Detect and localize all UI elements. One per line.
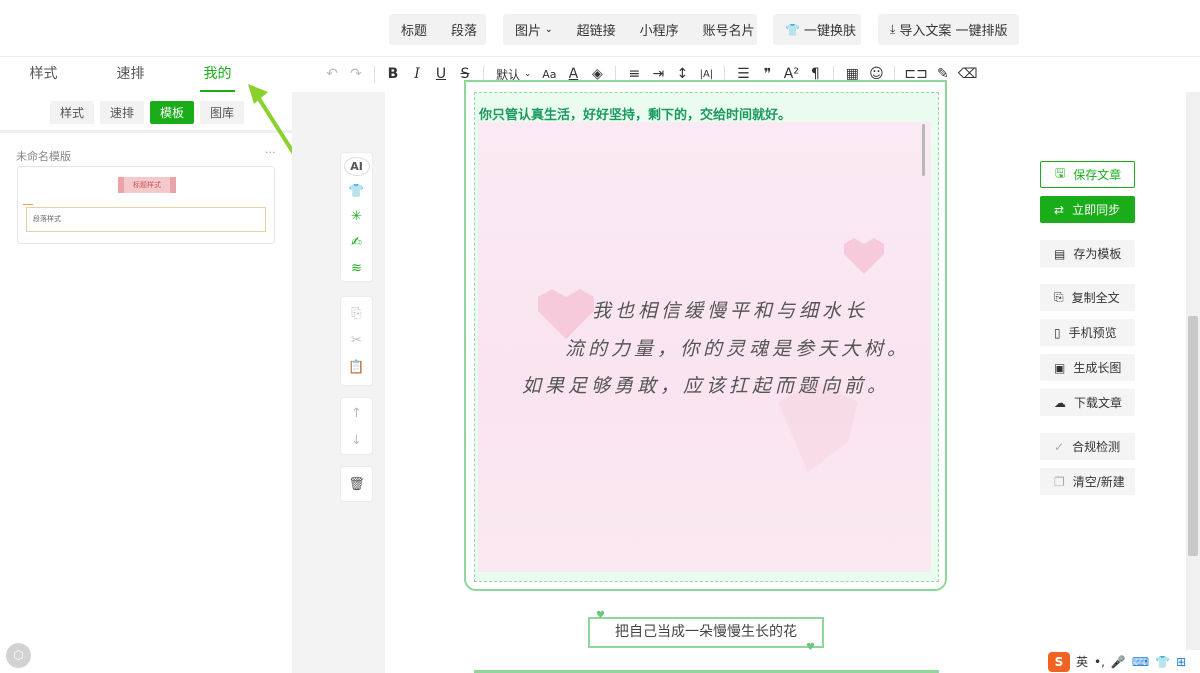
subtab-gallery[interactable]: 图库 bbox=[200, 101, 245, 124]
trash-icon[interactable]: 🗑 bbox=[348, 471, 365, 498]
cloud-download-icon: ☁ bbox=[1054, 395, 1066, 410]
import-copy-button[interactable]: ⤓ 导入文案 一键排版 bbox=[878, 14, 1019, 45]
chevron-down-icon: ⌄ bbox=[523, 69, 532, 79]
wave-icon[interactable]: ≋ bbox=[351, 255, 362, 281]
shirt-icon[interactable]: 👕 bbox=[348, 178, 364, 204]
heart-icon: ♥ bbox=[596, 610, 605, 621]
template-box: 段落样式 bbox=[23, 204, 266, 232]
long-image-label: 生成长图 bbox=[1073, 361, 1122, 375]
grid-icon[interactable]: ⊞ bbox=[1176, 655, 1186, 669]
tab-quick-layout[interactable]: 速排 bbox=[87, 56, 174, 92]
ai-tools-panel: AI 👕 ✳ ✍ ≋ bbox=[340, 152, 373, 282]
insert-link-button[interactable]: 超链接 bbox=[565, 20, 628, 39]
text-insert-group: 标题 段落 bbox=[389, 14, 486, 45]
underline-icon[interactable]: U bbox=[429, 62, 453, 86]
poem-line-1: 我也相信缓慢平和与细水长 bbox=[592, 300, 869, 322]
download-label: 下载文章 bbox=[1074, 396, 1123, 410]
tab-style[interactable]: 样式 bbox=[0, 56, 87, 92]
bold-icon[interactable]: B bbox=[381, 62, 405, 86]
ime-toolbar: S 英 •, 🎤 ⌨ 👕 ⊞ bbox=[1048, 650, 1200, 673]
insert-account-card-button[interactable]: 账号名片 bbox=[691, 20, 767, 39]
save-template-label: 存为模板 bbox=[1073, 247, 1122, 261]
mobile-preview-label: 手机预览 bbox=[1068, 326, 1117, 340]
copy-icon: ⎘ bbox=[1054, 290, 1064, 304]
scissors-icon[interactable]: ✂ bbox=[351, 327, 362, 354]
subtab-quick-layout[interactable]: 速排 bbox=[100, 101, 145, 124]
shirt-icon: 👕 bbox=[785, 22, 800, 37]
template-icon: ▤ bbox=[1054, 246, 1066, 261]
sogou-logo-icon[interactable]: S bbox=[1048, 651, 1070, 672]
ai-button[interactable]: AI bbox=[343, 157, 370, 177]
template-card[interactable]: 标题样式 段落样式 bbox=[17, 166, 275, 244]
download-article-button[interactable]: ☁ 下载文章 bbox=[1040, 389, 1135, 416]
heart-icon: ♥ bbox=[806, 642, 815, 653]
document-icon: ❐ bbox=[1054, 474, 1065, 489]
subtab-template[interactable]: 模板 bbox=[150, 101, 195, 124]
top-menu-bar: 标题 段落 图片 ⌄ 超链接 小程序 账号名片 👕 一键换肤 ⤓ 导入文案 一键排版 bbox=[0, 0, 1200, 56]
cube-icon[interactable]: ⬡ bbox=[6, 643, 31, 668]
move-tools-panel: ↑ ↓ bbox=[340, 397, 373, 455]
template-badge: 标题样式 bbox=[118, 177, 176, 193]
mobile-preview-button[interactable]: ▯ 手机预览 bbox=[1040, 319, 1135, 346]
copy-all-button[interactable]: ⎘ 复制全文 bbox=[1040, 284, 1135, 311]
scrollbar-thumb[interactable] bbox=[1188, 316, 1198, 556]
save-article-button[interactable]: 🖫 保存文章 bbox=[1040, 161, 1135, 188]
paste-icon[interactable]: 📋 bbox=[348, 354, 364, 381]
delete-tool-panel: 🗑 bbox=[340, 466, 373, 502]
one-click-theme-button[interactable]: 👕 一键换肤 bbox=[773, 14, 861, 45]
save-icon: 🖫 bbox=[1055, 166, 1066, 180]
undo-icon[interactable]: ↶ bbox=[320, 62, 344, 86]
arrow-up-icon[interactable]: ↑ bbox=[351, 400, 362, 427]
article-headline[interactable]: 你只管认真生活，好好坚持，剩下的，交给时间就好。 bbox=[479, 104, 791, 123]
microphone-icon[interactable]: 🎤 bbox=[1111, 655, 1126, 669]
poem-line-2: 流的力量，你的灵魂是参天大树。 bbox=[565, 338, 911, 360]
image-icon: ▣ bbox=[1054, 360, 1066, 375]
clipboard-tools-panel: ⎘ ✂ 📋 bbox=[340, 296, 373, 386]
redo-icon[interactable]: ↷ bbox=[344, 62, 368, 86]
clear-new-button[interactable]: ❐ 清空/新建 bbox=[1040, 468, 1135, 495]
sub-tabs: 样式 速排 模板 图库 bbox=[50, 101, 245, 124]
media-insert-group: 图片 ⌄ 超链接 小程序 账号名片 bbox=[503, 14, 757, 45]
template-name: 未命名模版 bbox=[16, 150, 71, 163]
save-template-button[interactable]: ▤ 存为模板 bbox=[1040, 240, 1135, 267]
check-icon: ✓ bbox=[1054, 439, 1065, 454]
insert-image-label: 图片 bbox=[515, 24, 542, 39]
long-image-button[interactable]: ▣ 生成长图 bbox=[1040, 354, 1135, 381]
poem-line-3: 如果足够勇敢，应该扛起而题向前。 bbox=[522, 375, 891, 397]
theme-label: 一键换肤 bbox=[803, 24, 856, 39]
compliance-check-button[interactable]: ✓ 合规检测 bbox=[1040, 433, 1135, 460]
sync-label: 立即同步 bbox=[1072, 203, 1121, 217]
page-scrollbar[interactable] bbox=[1186, 92, 1200, 673]
eraser-icon[interactable]: ⌫ bbox=[955, 62, 981, 86]
insert-paragraph-button[interactable]: 段落 bbox=[439, 20, 489, 39]
ime-language[interactable]: 英 bbox=[1076, 653, 1088, 670]
save-label: 保存文章 bbox=[1073, 168, 1122, 182]
import-icon: ⤓ bbox=[890, 22, 896, 36]
sync-now-button[interactable]: ⇄ 立即同步 bbox=[1040, 196, 1135, 223]
compliance-label: 合规检测 bbox=[1072, 440, 1121, 454]
copy-all-label: 复制全文 bbox=[1071, 291, 1120, 305]
shirt-icon[interactable]: 👕 bbox=[1155, 655, 1170, 669]
punctuation-icon[interactable]: •, bbox=[1094, 655, 1105, 669]
insert-image-button[interactable]: 图片 ⌄ bbox=[503, 20, 565, 39]
insert-heading-button[interactable]: 标题 bbox=[389, 20, 439, 39]
pen-icon[interactable]: ✍ bbox=[351, 230, 362, 256]
copy-icon[interactable]: ⎘ bbox=[351, 300, 361, 327]
sparkle-icon[interactable]: ✳ bbox=[351, 204, 362, 230]
phone-icon: ▯ bbox=[1054, 325, 1061, 340]
chevron-down-icon: ⌄ bbox=[545, 24, 553, 35]
image-scrollbar[interactable] bbox=[922, 124, 925, 176]
import-label: 导入文案 一键排版 bbox=[899, 24, 1008, 39]
italic-icon[interactable]: I bbox=[405, 62, 429, 86]
caption-text: 把自己当成一朵慢慢生长的花 bbox=[615, 624, 797, 640]
keyboard-icon[interactable]: ⌨ bbox=[1132, 655, 1149, 669]
insert-miniprogram-button[interactable]: 小程序 bbox=[628, 20, 691, 39]
clear-new-label: 清空/新建 bbox=[1072, 475, 1125, 489]
sync-icon: ⇄ bbox=[1054, 202, 1065, 217]
arrow-down-icon[interactable]: ↓ bbox=[351, 427, 362, 454]
subtab-style[interactable]: 样式 bbox=[50, 101, 95, 124]
caption-box[interactable]: 把自己当成一朵慢慢生长的花 bbox=[588, 617, 824, 648]
